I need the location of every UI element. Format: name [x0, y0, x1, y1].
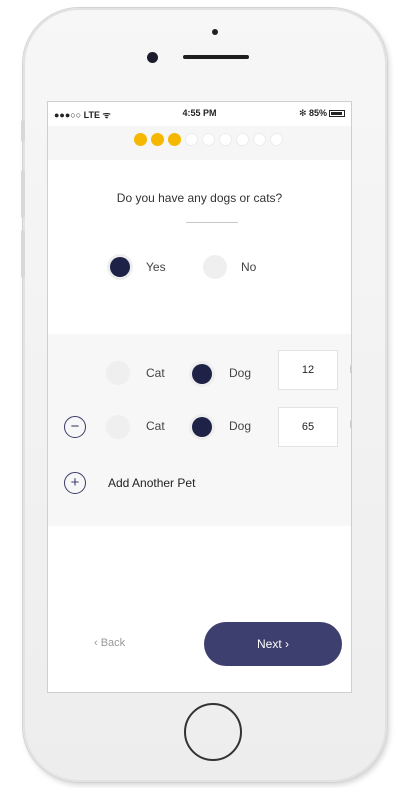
front-camera [147, 52, 158, 63]
volume-up-button [21, 170, 25, 218]
earpiece-speaker [183, 55, 249, 59]
pet-2-weight-input[interactable]: 65 [278, 407, 338, 447]
proximity-sensor [212, 29, 218, 35]
pet-2-cat-label: Cat [146, 419, 165, 433]
progress-dot [134, 133, 147, 146]
add-pet-label[interactable]: Add Another Pet [108, 476, 195, 490]
pet-1-weight-input[interactable]: 12 [278, 350, 338, 390]
progress-dot [168, 133, 181, 146]
progress-dot [185, 133, 198, 146]
no-label: No [241, 260, 257, 274]
progress-dot [236, 133, 249, 146]
pet-1-dog-radio[interactable] [192, 364, 212, 384]
pet-1-cat-radio[interactable] [106, 361, 130, 385]
question-divider [186, 222, 238, 223]
battery-status: ✻ 85% [299, 108, 345, 119]
pet-1-weight-unit: lbs [350, 365, 351, 376]
add-pet-button[interactable]: + [64, 472, 86, 494]
pet-2-cat-radio[interactable] [106, 415, 130, 439]
battery-icon [329, 110, 345, 118]
pet-1-dog-label: Dog [229, 366, 252, 380]
pet-2-dog-label: Dog [229, 419, 252, 433]
status-bar: ●●●○○ LTE ᯤ 4:55 PM ✻ 85% [48, 102, 351, 126]
home-button[interactable] [184, 703, 242, 761]
question-text: Do you have any dogs or cats? [116, 191, 283, 205]
progress-dot [202, 133, 215, 146]
minus-icon: − [70, 418, 80, 435]
yes-label: Yes [146, 260, 166, 274]
progress-dot [270, 133, 283, 146]
progress-dots [134, 133, 287, 146]
battery-percent: ✻ 85% [298, 108, 327, 118]
screen: ●●●○○ LTE ᯤ 4:55 PM ✻ 85% Do you have an… [47, 101, 352, 693]
back-button[interactable]: ‹ Back [94, 637, 125, 649]
pet-2-weight-unit: lbs [350, 420, 351, 431]
progress-dot [253, 133, 266, 146]
yes-radio[interactable] [110, 257, 130, 277]
plus-icon: + [70, 474, 80, 491]
pet-1-cat-label: Cat [146, 366, 165, 380]
volume-down-button [21, 230, 25, 278]
pet-2-dog-radio[interactable] [192, 417, 212, 437]
remove-pet-button[interactable]: − [64, 416, 86, 438]
progress-indicator [48, 126, 351, 160]
mute-switch [21, 120, 25, 142]
progress-dot [151, 133, 164, 146]
next-button[interactable]: Next › [204, 622, 342, 666]
no-radio[interactable] [203, 255, 227, 279]
progress-dot [219, 133, 232, 146]
